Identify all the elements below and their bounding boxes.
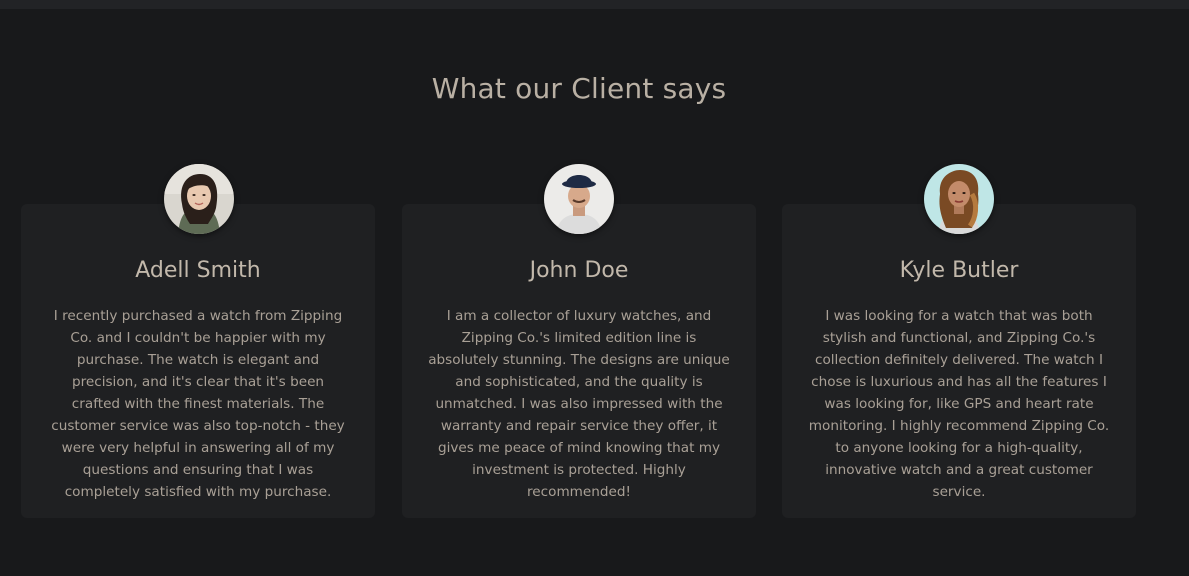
section-title: What our Client says — [431, 72, 727, 105]
testimonial-card: Adell Smith I recently purchased a watch… — [21, 204, 375, 518]
testimonial-name: John Doe — [529, 258, 629, 283]
testimonial-text: I am a collector of luxury watches, and … — [428, 308, 730, 500]
client-photo — [544, 164, 614, 234]
testimonial-card: John Doe I am a collector of luxury watc… — [402, 204, 756, 518]
avatar — [924, 164, 994, 234]
testimonial-text: I was looking for a watch that was both … — [808, 308, 1110, 500]
testimonial-name: Adell Smith — [135, 258, 261, 283]
avatar — [164, 164, 234, 234]
top-nav-strip — [0, 0, 1189, 9]
testimonial-card: Kyle Butler I was looking for a watch th… — [782, 204, 1136, 518]
testimonial-name: Kyle Butler — [899, 258, 1019, 283]
client-photo — [924, 164, 994, 234]
avatar — [544, 164, 614, 234]
client-photo — [164, 164, 234, 234]
testimonial-text: I recently purchased a watch from Zippin… — [51, 308, 345, 500]
